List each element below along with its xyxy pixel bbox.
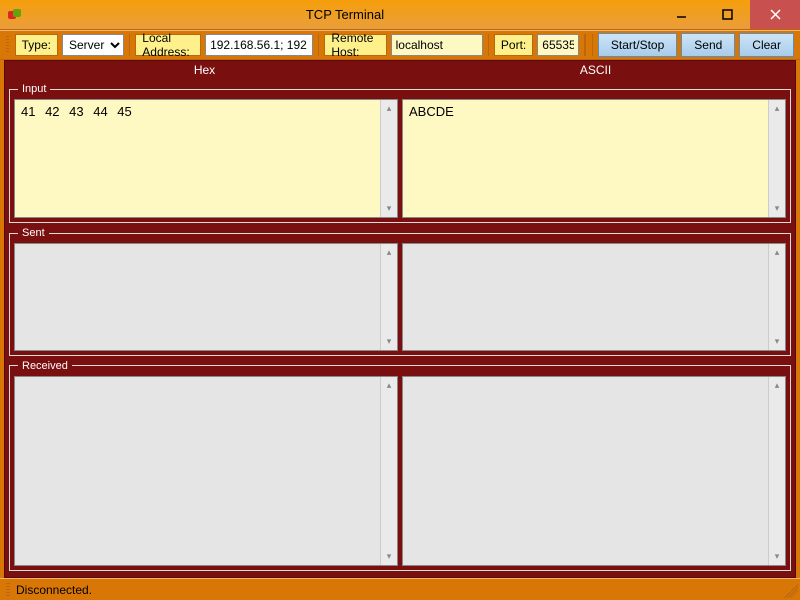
type-select[interactable]: Server bbox=[62, 34, 124, 56]
column-headers: Hex ASCII bbox=[9, 63, 791, 81]
send-button[interactable]: Send bbox=[681, 33, 735, 57]
start-stop-button[interactable]: Start/Stop bbox=[598, 33, 677, 57]
scrollbar[interactable]: ▴ ▾ bbox=[768, 100, 785, 217]
sent-legend: Sent bbox=[18, 227, 49, 239]
resize-grip[interactable] bbox=[784, 584, 798, 598]
received-hex-panel[interactable]: ▴ ▾ bbox=[14, 376, 398, 566]
status-bar: Disconnected. bbox=[0, 578, 800, 600]
received-ascii-panel[interactable]: ▴ ▾ bbox=[402, 376, 786, 566]
toolbar-grip[interactable] bbox=[6, 36, 9, 54]
ascii-column-header: ASCII bbox=[400, 63, 791, 81]
status-text: Disconnected. bbox=[16, 583, 92, 597]
scroll-down-icon[interactable]: ▾ bbox=[381, 548, 397, 565]
sent-group: Sent ▴ ▾ ▴ ▾ bbox=[9, 227, 791, 355]
close-button[interactable] bbox=[750, 0, 800, 29]
toolbar-separator bbox=[584, 34, 585, 56]
local-address-input[interactable] bbox=[205, 34, 313, 56]
scroll-up-icon[interactable]: ▴ bbox=[381, 100, 397, 117]
scroll-down-icon[interactable]: ▾ bbox=[381, 333, 397, 350]
scroll-down-icon[interactable]: ▾ bbox=[381, 200, 397, 217]
scroll-down-icon[interactable]: ▾ bbox=[769, 548, 785, 565]
scrollbar[interactable]: ▴ ▾ bbox=[380, 244, 397, 349]
maximize-icon bbox=[722, 9, 733, 20]
scroll-up-icon[interactable]: ▴ bbox=[769, 244, 785, 261]
scrollbar[interactable]: ▴ ▾ bbox=[380, 100, 397, 217]
received-group: Received ▴ ▾ ▴ ▾ bbox=[9, 360, 791, 571]
type-label: Type: bbox=[15, 34, 58, 56]
received-legend: Received bbox=[18, 360, 72, 372]
scroll-up-icon[interactable]: ▴ bbox=[381, 244, 397, 261]
sent-hex-panel[interactable]: ▴ ▾ bbox=[14, 243, 398, 350]
toolbar-separator bbox=[318, 34, 319, 56]
main-area: Hex ASCII Input 41 42 43 44 45 ▴ ▾ ABCDE… bbox=[4, 60, 796, 578]
status-grip bbox=[6, 583, 10, 597]
toolbar-separator bbox=[488, 34, 489, 56]
scrollbar[interactable]: ▴ ▾ bbox=[380, 377, 397, 565]
input-ascii-panel[interactable]: ABCDE ▴ ▾ bbox=[402, 99, 786, 218]
input-legend: Input bbox=[18, 83, 50, 95]
toolbar-separator bbox=[129, 34, 130, 56]
scroll-down-icon[interactable]: ▾ bbox=[769, 200, 785, 217]
sent-ascii-panel[interactable]: ▴ ▾ bbox=[402, 243, 786, 350]
port-label: Port: bbox=[494, 34, 533, 56]
minimize-icon bbox=[676, 9, 687, 20]
maximize-button[interactable] bbox=[704, 0, 750, 29]
clear-button[interactable]: Clear bbox=[739, 33, 794, 57]
minimize-button[interactable] bbox=[658, 0, 704, 29]
input-hex-content: 41 42 43 44 45 bbox=[21, 104, 379, 119]
close-icon bbox=[770, 9, 781, 20]
remote-host-label: Remote Host: bbox=[324, 34, 386, 56]
scroll-up-icon[interactable]: ▴ bbox=[769, 377, 785, 394]
local-address-label: Local Address: bbox=[135, 34, 201, 56]
input-hex-panel[interactable]: 41 42 43 44 45 ▴ ▾ bbox=[14, 99, 398, 218]
scroll-up-icon[interactable]: ▴ bbox=[769, 100, 785, 117]
title-bar: TCP Terminal bbox=[0, 0, 800, 30]
app-icon bbox=[8, 7, 24, 23]
window-title: TCP Terminal bbox=[32, 7, 658, 22]
input-group: Input 41 42 43 44 45 ▴ ▾ ABCDE ▴ ▾ bbox=[9, 83, 791, 223]
scroll-up-icon[interactable]: ▴ bbox=[381, 377, 397, 394]
toolbar-separator bbox=[592, 34, 593, 56]
hex-column-header: Hex bbox=[9, 63, 400, 81]
input-ascii-content: ABCDE bbox=[409, 104, 767, 119]
toolbar: Type: Server Local Address: Remote Host:… bbox=[0, 30, 800, 60]
window-controls bbox=[658, 0, 800, 29]
remote-host-input[interactable] bbox=[391, 34, 483, 56]
scrollbar[interactable]: ▴ ▾ bbox=[768, 244, 785, 349]
port-input[interactable] bbox=[537, 34, 579, 56]
scrollbar[interactable]: ▴ ▾ bbox=[768, 377, 785, 565]
scroll-down-icon[interactable]: ▾ bbox=[769, 333, 785, 350]
